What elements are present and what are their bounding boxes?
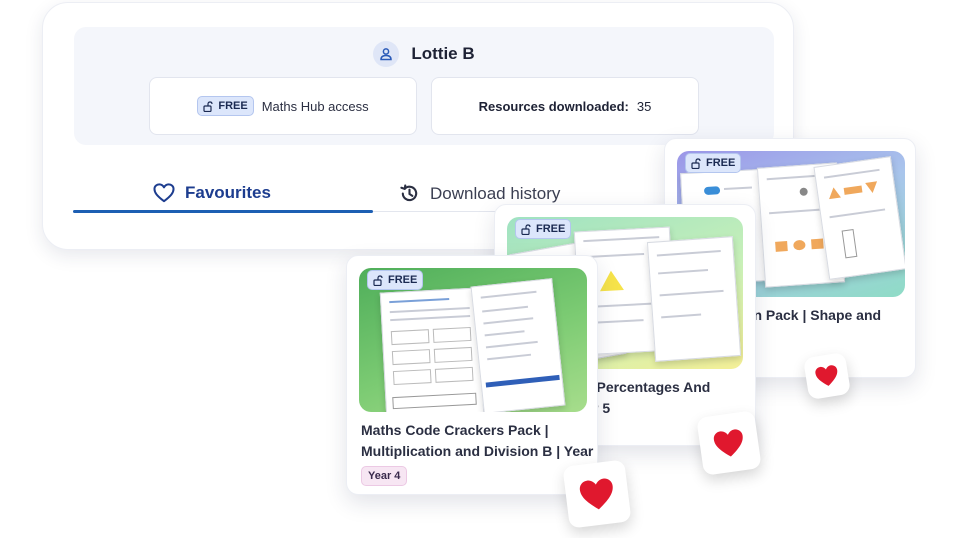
unlock-icon	[373, 274, 383, 286]
tab-favourites-label: Favourites	[185, 183, 271, 202]
user-row: Lottie B	[74, 41, 774, 67]
worksheet-preview	[379, 287, 485, 412]
favourite-heart-button[interactable]	[696, 410, 762, 476]
downloads-label: Resources downloaded:	[478, 98, 629, 114]
heart-icon	[713, 428, 743, 457]
free-badge: FREE	[197, 96, 254, 116]
resource-card-code-crackers[interactable]: FREE Maths Code Crackers Pack | Multipli…	[346, 255, 598, 495]
resource-title: ion Pack | Shape and	[741, 307, 882, 323]
free-badge: FREE	[515, 219, 572, 239]
year-tag: Year 4	[361, 466, 408, 486]
favourite-heart-button[interactable]	[802, 351, 852, 401]
downloads-card: Resources downloaded: 35	[431, 77, 699, 135]
free-badge: FREE	[685, 153, 742, 173]
unlock-icon	[203, 100, 213, 112]
access-card: FREE Maths Hub access	[149, 77, 417, 135]
unlock-icon	[521, 223, 531, 235]
worksheet-preview	[470, 278, 566, 412]
history-icon	[400, 184, 418, 202]
access-label: Maths Hub access	[261, 98, 369, 114]
profile-summary: Lottie B FREE Maths Hub access Resources…	[74, 27, 774, 145]
favourite-heart-button[interactable]	[562, 459, 632, 529]
resource-thumbnail: FREE	[359, 268, 587, 412]
user-icon	[373, 41, 400, 67]
downloads-count: 35	[636, 98, 652, 114]
tab-download-history-label: Download history	[430, 183, 561, 203]
tab-favourites[interactable]: Favourites	[153, 183, 271, 203]
worksheet-preview	[646, 236, 742, 362]
worksheet-preview	[813, 156, 905, 280]
heart-icon	[815, 365, 838, 386]
unlock-icon	[691, 157, 701, 169]
user-name: Lottie B	[411, 44, 475, 63]
heart-outline-icon	[153, 183, 175, 203]
tab-download-history[interactable]: Download history	[399, 183, 560, 204]
heart-icon	[579, 478, 613, 509]
free-badge: FREE	[367, 270, 424, 290]
active-tab-indicator	[73, 210, 373, 213]
